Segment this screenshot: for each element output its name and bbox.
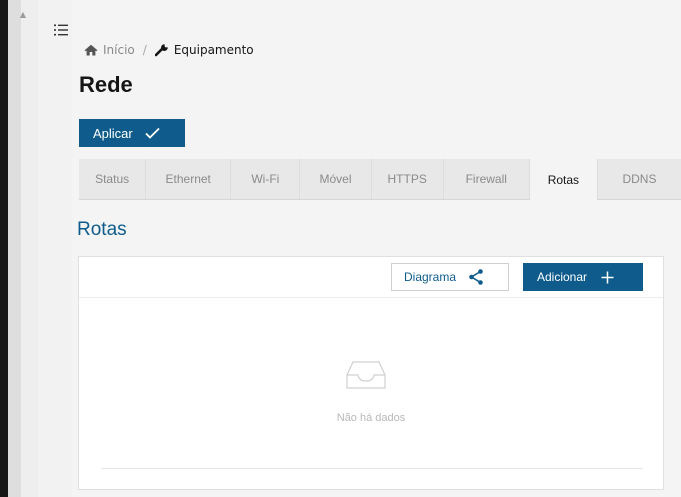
share-icon	[469, 269, 483, 285]
breadcrumb-current-label: Equipamento	[173, 43, 254, 57]
tab-bar: Status Ethernet Wi-Fi Móvel HTTPS Firewa…	[79, 159, 681, 200]
panel-header-divider	[79, 297, 663, 298]
section-title: Rotas	[77, 219, 127, 240]
tab-ethernet[interactable]: Ethernet	[146, 159, 232, 199]
main-content: Início / Equipamento Rede Aplicar Status…	[72, 0, 681, 497]
breadcrumb-home-link[interactable]: Início	[84, 43, 135, 57]
breadcrumb-separator: /	[142, 43, 147, 57]
add-route-button[interactable]: Adicionar	[523, 263, 643, 291]
apply-button-label: Aplicar	[93, 125, 133, 141]
empty-state-text: Não há dados	[336, 412, 406, 424]
scrollbar[interactable]: ▲	[8, 0, 38, 497]
panel-footer-divider	[101, 468, 643, 469]
check-icon	[145, 127, 160, 139]
left-edge-bar	[0, 0, 8, 497]
apply-button[interactable]: Aplicar	[79, 119, 185, 147]
diagram-button[interactable]: Diagrama	[391, 263, 509, 291]
empty-inbox-icon	[346, 361, 386, 389]
tab-ddns[interactable]: DDNS	[598, 159, 681, 199]
menu-icon[interactable]	[54, 24, 68, 36]
breadcrumb: Início / Equipamento	[84, 42, 254, 58]
plus-icon	[601, 271, 614, 283]
routes-panel: Diagrama Adicionar Não há dados	[78, 256, 664, 490]
tab-movel[interactable]: Móvel	[300, 159, 372, 199]
breadcrumb-current: Equipamento	[154, 43, 254, 57]
tab-status[interactable]: Status	[79, 159, 147, 199]
page-title: Rede	[79, 72, 133, 97]
tab-rotas[interactable]: Rotas	[529, 159, 598, 200]
wrench-icon	[154, 44, 168, 57]
tab-wi-fi[interactable]: Wi-Fi	[231, 159, 301, 199]
tab-https[interactable]: HTTPS	[372, 159, 444, 199]
add-button-label: Adicionar	[537, 270, 588, 284]
tab-firewall[interactable]: Firewall	[444, 159, 530, 199]
breadcrumb-home-label[interactable]: Início	[103, 43, 135, 57]
home-icon	[84, 44, 98, 56]
scroll-up-arrow-icon[interactable]: ▲	[17, 10, 29, 20]
diagram-button-label: Diagrama	[404, 270, 457, 284]
